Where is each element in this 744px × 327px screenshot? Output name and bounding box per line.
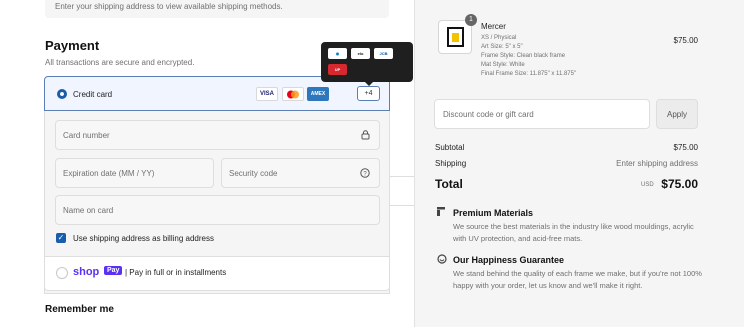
shop-pay-text: | Pay in full or in installments: [125, 268, 227, 277]
subtotal-value: $75.00: [673, 143, 698, 152]
card-number-placeholder: Card number: [63, 131, 110, 140]
billing-address-label: Use shipping address as billing address: [73, 234, 214, 243]
total-currency: USD: [641, 182, 654, 188]
apply-button[interactable]: Apply: [656, 99, 698, 129]
checkout-form-panel: Enter your shipping address to view avai…: [0, 0, 548, 327]
shop-pay-logo: shop: [73, 266, 100, 278]
elo-icon: elo: [351, 48, 370, 59]
product-art-size: Art Size: 5" x 5": [481, 44, 523, 50]
payment-subtitle: All transactions are secure and encrypte…: [45, 58, 195, 67]
total-label: Total: [435, 177, 463, 191]
shop-pay-radio[interactable]: [56, 267, 68, 279]
unionpay-icon: UP: [328, 64, 347, 75]
amex-icon: AMEX: [307, 87, 329, 101]
billing-address-checkbox[interactable]: ✓: [56, 233, 66, 243]
more-cards-tooltip: ◉ elo JCB UP: [321, 42, 413, 82]
name-on-card-field[interactable]: Name on card: [55, 195, 380, 225]
remember-me-title: Remember me: [45, 304, 114, 315]
credit-card-label: Credit card: [73, 90, 113, 99]
shipping-label: Shipping: [435, 159, 467, 168]
framed-art-image: [447, 27, 464, 47]
shop-pay-option[interactable]: shop Pay | Pay in full or in installment…: [44, 256, 390, 291]
jcb-icon: JCB: [374, 48, 393, 59]
discount-placeholder: Discount code or gift card: [443, 110, 534, 119]
security-code-placeholder: Security code: [229, 169, 278, 178]
product-variant: XS / Physical: [481, 35, 517, 41]
tooltip-arrow: [364, 81, 374, 86]
shipping-value: Enter shipping address: [616, 159, 698, 168]
payment-title: Payment: [45, 38, 100, 53]
quantity-badge: 1: [465, 14, 477, 26]
expiration-date-field[interactable]: Expiration date (MM / YY): [55, 158, 214, 188]
feature-text-guarantee: We stand behind the quality of each fram…: [453, 269, 702, 290]
shop-pay-badge: Pay: [104, 266, 123, 275]
guarantee-icon: [437, 254, 447, 266]
product-price: $75.00: [673, 36, 698, 45]
feature-title-guarantee: Our Happiness Guarantee: [453, 255, 565, 265]
feature-text-materials: We source the best materials in the indu…: [453, 222, 694, 243]
subtotal-label: Subtotal: [435, 143, 465, 152]
help-icon[interactable]: ?: [360, 168, 370, 180]
security-code-field[interactable]: Security code ?: [221, 158, 380, 188]
product-frame-style: Frame Style: Clean black frame: [481, 53, 566, 59]
materials-icon: [437, 207, 446, 218]
mastercard-icon: [282, 87, 304, 101]
more-cards-button[interactable]: +4: [357, 86, 380, 101]
credit-card-radio[interactable]: [57, 89, 67, 99]
discount-code-input[interactable]: Discount code or gift card: [434, 99, 650, 129]
name-on-card-placeholder: Name on card: [63, 206, 114, 215]
visa-icon: VISA: [256, 87, 278, 101]
product-final-size: Final Frame Size: 11.875" x 11.875": [481, 71, 577, 77]
feature-title-materials: Premium Materials: [453, 208, 534, 218]
card-number-field[interactable]: Card number: [55, 120, 380, 150]
diners-club-icon: ◉: [328, 48, 347, 59]
lock-icon: [361, 130, 370, 142]
shipping-methods-notice: Enter your shipping address to view avai…: [45, 0, 389, 18]
product-name: Mercer: [481, 22, 506, 31]
product-mat-style: Mat Style: White: [481, 62, 525, 68]
total-value: $75.00: [661, 177, 698, 191]
expiration-placeholder: Expiration date (MM / YY): [63, 169, 155, 178]
